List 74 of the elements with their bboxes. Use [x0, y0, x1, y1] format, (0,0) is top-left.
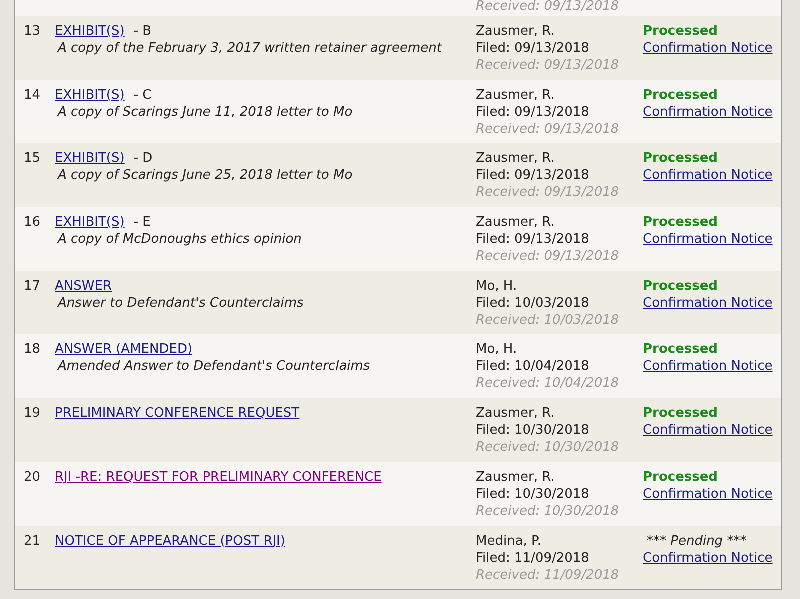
row-number: 16: [24, 215, 41, 230]
document-link[interactable]: EXHIBIT(S): [55, 23, 125, 40]
confirmation-notice-link[interactable]: Confirmation Notice: [643, 294, 773, 312]
document-link[interactable]: RJI -RE: REQUEST FOR PRELIMINARY CONFERENCE: [55, 468, 382, 486]
row-number: 20: [24, 470, 41, 485]
confirmation-notice-link[interactable]: Confirmation Notice: [643, 486, 773, 503]
row-number: 14: [24, 88, 41, 103]
document-link[interactable]: EXHIBIT(S): [55, 214, 125, 232]
status-text: Processed: [643, 150, 718, 168]
exhibit-letter: - B: [134, 23, 152, 40]
document-link[interactable]: PRELIMINARY CONFERENCE REQUEST: [55, 405, 300, 422]
confirmation-notice-link[interactable]: Confirmation Notice: [643, 40, 773, 57]
row-number: 18: [24, 342, 41, 358]
document-link[interactable]: EXHIBIT(S): [55, 86, 125, 104]
document-description: A copy of Scarings June 11, 2018 letter to Mo: [56, 104, 354, 121]
row-number: 13: [24, 24, 41, 39]
filer-name: Zausmer, R.: [476, 405, 555, 422]
row-number: 19: [24, 406, 41, 422]
status-text: Processed: [643, 278, 718, 295]
received-date: Received: 10/03/2018: [476, 312, 620, 329]
row-number: 15: [24, 151, 41, 166]
status-text: Processed: [643, 23, 718, 40]
filed-date: Filed: 10/30/2018: [476, 422, 590, 440]
status-text: Processed: [643, 86, 718, 104]
confirmation-notice-link[interactable]: Confirmation Notice: [643, 167, 773, 184]
document-link[interactable]: EXHIBIT(S): [55, 150, 125, 168]
confirmation-notice-link[interactable]: Confirmation Notice: [643, 422, 773, 440]
received-date: Received: 09/13/2018: [476, 248, 620, 266]
filer-name: Zausmer, R.: [476, 23, 555, 40]
filed-date: Filed: 10/04/2018: [476, 358, 590, 376]
confirmation-notice-link[interactable]: Confirmation Notice: [643, 231, 773, 248]
exhibit-letter: - C: [134, 86, 152, 104]
filer-name: Mo, H.: [476, 341, 518, 358]
exhibit-letter: - E: [134, 214, 151, 232]
received-date: Received: 10/30/2018: [476, 439, 620, 456]
filed-date: Filed: 09/13/2018: [476, 104, 590, 121]
document-description: A copy of McDonoughs ethics opinion: [56, 231, 303, 248]
filed-date: Filed: 09/13/2018: [476, 167, 590, 184]
document-link[interactable]: ANSWER: [55, 278, 112, 295]
document-description: Amended Answer to Defendant's Counterclaims: [56, 358, 372, 376]
document-link[interactable]: ANSWER (AMENDED): [55, 341, 193, 358]
document-description: A copy of the February 3, 2017 written retainer agreement: [56, 40, 444, 57]
status-text: Processed: [643, 405, 718, 422]
status-text: Processed: [643, 214, 718, 232]
filed-date: Filed: 10/03/2018: [476, 294, 590, 312]
received-date: Received: 10/04/2018: [476, 375, 620, 392]
filed-date: Filed: 10/30/2018: [476, 486, 590, 503]
filed-date: Filed: 09/13/2018: [476, 40, 590, 57]
document-link[interactable]: NOTICE OF APPEARANCE (POST RJI): [55, 532, 286, 550]
filer-name: Zausmer, R.: [476, 468, 555, 486]
confirmation-notice-link[interactable]: Confirmation Notice: [643, 358, 773, 376]
row-number: 17: [24, 278, 41, 294]
received-date: Received: 09/13/2018: [476, 120, 620, 138]
exhibit-letter: - D: [134, 150, 153, 168]
received-date: Received: 09/13/2018: [476, 57, 620, 74]
filed-date: Filed: 11/09/2018: [476, 550, 590, 566]
filed-date: Filed: 09/13/2018: [476, 231, 590, 248]
document-description: A copy of Scarings June 25, 2018 letter to Mo: [56, 167, 354, 184]
filer-name: Zausmer, R.: [476, 150, 555, 168]
filer-name: Medina, P.: [476, 532, 542, 550]
status-text: Processed: [643, 341, 718, 358]
received-date: Received: 10/30/2018: [476, 502, 620, 520]
confirmation-notice-link[interactable]: Confirmation Notice: [643, 104, 773, 121]
status-text: *** Pending ***: [646, 532, 747, 550]
received-date: Received: 09/13/2018: [476, 184, 620, 202]
row-number: 21: [24, 534, 41, 548]
filer-name: Zausmer, R.: [476, 86, 555, 104]
filer-name: Mo, H.: [476, 278, 518, 295]
status-text: Processed: [643, 468, 718, 486]
received-date: Received: 11/09/2018: [476, 566, 620, 584]
received-date: Received: 09/13/2018: [476, 0, 620, 14]
document-description: Answer to Defendant's Counterclaims: [56, 294, 305, 312]
filer-name: Zausmer, R.: [476, 214, 555, 232]
confirmation-notice-link[interactable]: Confirmation Notice: [643, 550, 773, 566]
